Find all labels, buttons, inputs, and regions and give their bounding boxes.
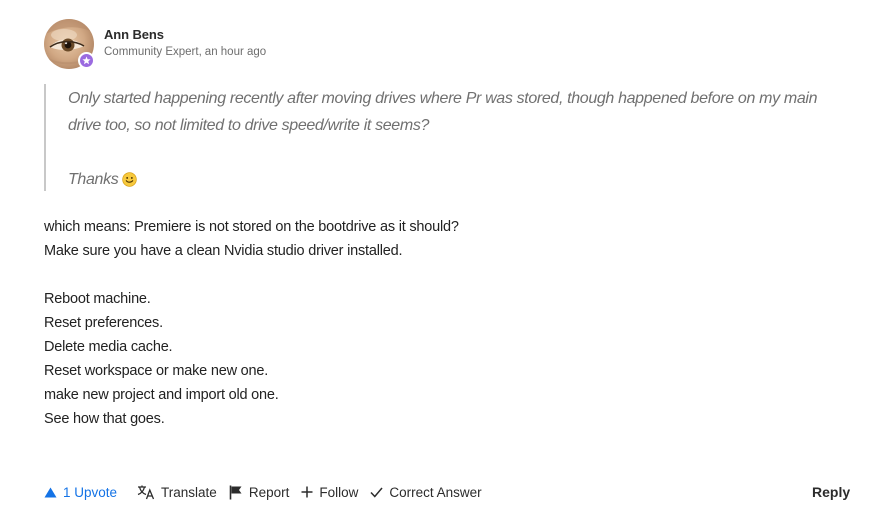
checkmark-icon [370, 487, 383, 498]
body-text-line: which means: Premiere is not stored on t… [44, 219, 459, 235]
body-text-line: See how that goes. [44, 411, 165, 427]
translate-label: Translate [161, 484, 217, 500]
smiley-icon [122, 172, 138, 187]
report-label: Report [248, 484, 290, 500]
post-actions: 1 Upvote Translate Report Follow Correct… [44, 482, 494, 502]
body-text-line: Make sure you have a clean Nvidia studio… [44, 243, 403, 259]
follow-label: Follow [319, 484, 359, 500]
plus-icon [301, 486, 313, 498]
avatar[interactable] [44, 19, 95, 69]
flag-icon [229, 485, 243, 500]
correct-answer-button[interactable]: Correct Answer [370, 484, 482, 500]
body-text-line: make new project and import old one. [44, 387, 279, 403]
quoted-text: Only started happening recently after mo… [44, 84, 854, 191]
upvote-button[interactable]: 1 Upvote [44, 485, 117, 500]
quote-thanks-text: Thanks [68, 171, 119, 188]
body-text-line: Reset preferences. [44, 315, 163, 331]
translate-icon [137, 485, 155, 500]
body-text-line: Reboot machine. [44, 291, 151, 307]
report-button[interactable]: Report [229, 484, 290, 500]
quote-line: drive too, so not limited to drive speed… [68, 117, 430, 134]
post-timestamp: an hour ago [204, 46, 267, 58]
expert-badge-icon [78, 52, 95, 69]
author-meta: Community Expert, an hour ago [104, 46, 267, 58]
upvote-arrow-icon [44, 487, 57, 498]
reply-button[interactable]: Reply [812, 484, 850, 500]
upvote-label: 1 Upvote [63, 484, 118, 500]
body-text-line: Delete media cache. [44, 339, 173, 355]
correct-answer-label: Correct Answer [389, 484, 482, 500]
body-text-line: Reset workspace or make new one. [44, 363, 269, 379]
quote-thanks: Thanks [68, 166, 138, 193]
community-post: Ann Bens Community Expert, an hour ago On… [0, 0, 887, 523]
author-name[interactable]: Ann Bens [104, 27, 164, 42]
author-role: Community Expert [104, 46, 199, 58]
follow-button[interactable]: Follow [301, 485, 358, 500]
translate-button[interactable]: Translate [137, 485, 217, 500]
quote-line: Only started happening recently after mo… [68, 90, 818, 107]
